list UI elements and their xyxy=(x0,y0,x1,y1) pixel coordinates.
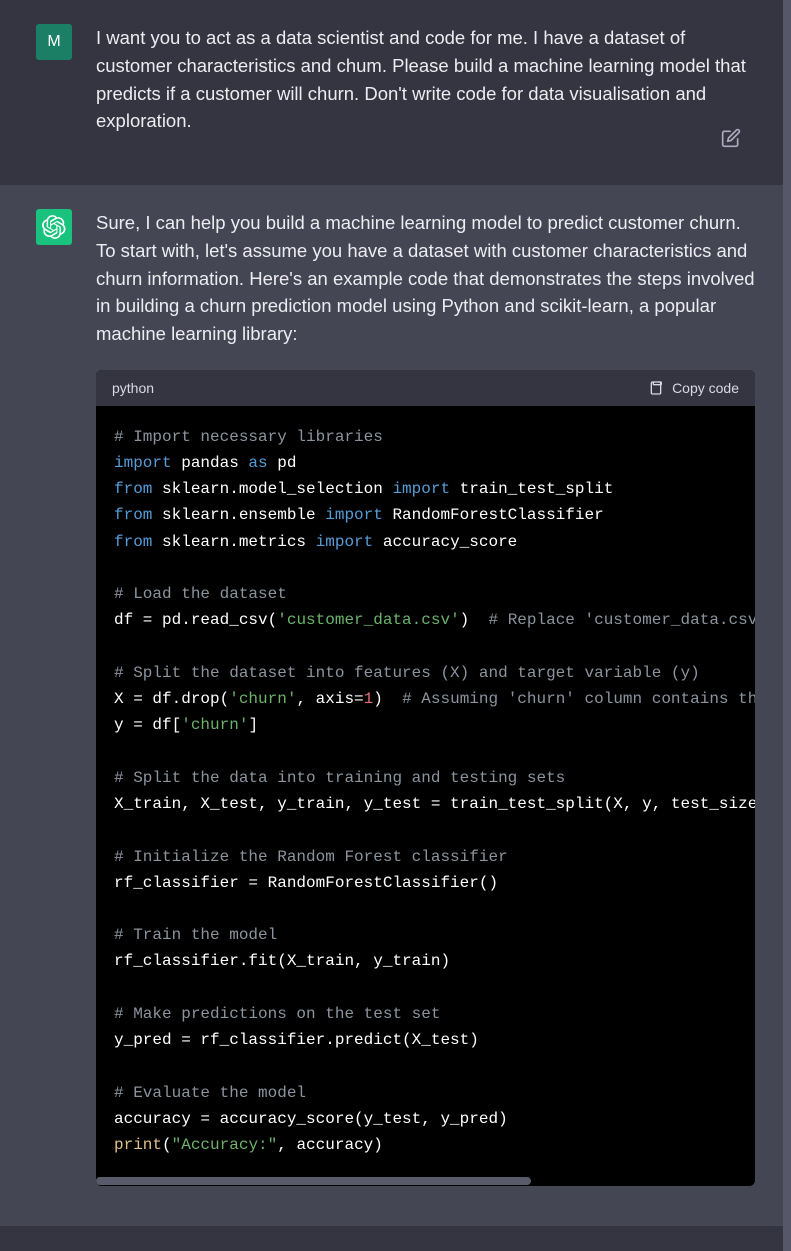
user-avatar-letter: M xyxy=(47,33,60,51)
user-content: I want you to act as a data scientist an… xyxy=(96,24,755,135)
vertical-scrollbar[interactable] xyxy=(783,0,791,1251)
assistant-content: Sure, I can help you build a machine lea… xyxy=(96,209,755,1186)
assistant-message: Sure, I can help you build a machine lea… xyxy=(0,185,791,1226)
code-content: # Import necessary libraries import pand… xyxy=(114,424,737,1159)
horizontal-scrollbar-thumb[interactable] xyxy=(96,1177,531,1185)
copy-code-label: Copy code xyxy=(672,380,739,396)
user-message: M I want you to act as a data scientist … xyxy=(0,0,791,185)
edit-icon[interactable] xyxy=(721,135,741,152)
code-language-label: python xyxy=(112,380,154,396)
assistant-avatar xyxy=(36,209,72,245)
user-text: I want you to act as a data scientist an… xyxy=(96,24,755,135)
edit-icon-row xyxy=(721,128,741,153)
copy-code-button[interactable]: Copy code xyxy=(648,380,739,396)
assistant-intro: Sure, I can help you build a machine lea… xyxy=(96,209,755,348)
code-block: python Copy code # Import necessary libr… xyxy=(96,370,755,1187)
user-avatar: M xyxy=(36,24,72,60)
code-body[interactable]: # Import necessary libraries import pand… xyxy=(96,406,755,1177)
openai-icon xyxy=(42,215,66,239)
clipboard-icon xyxy=(648,380,664,396)
horizontal-scrollbar-track[interactable] xyxy=(96,1176,755,1186)
code-header: python Copy code xyxy=(96,370,755,406)
